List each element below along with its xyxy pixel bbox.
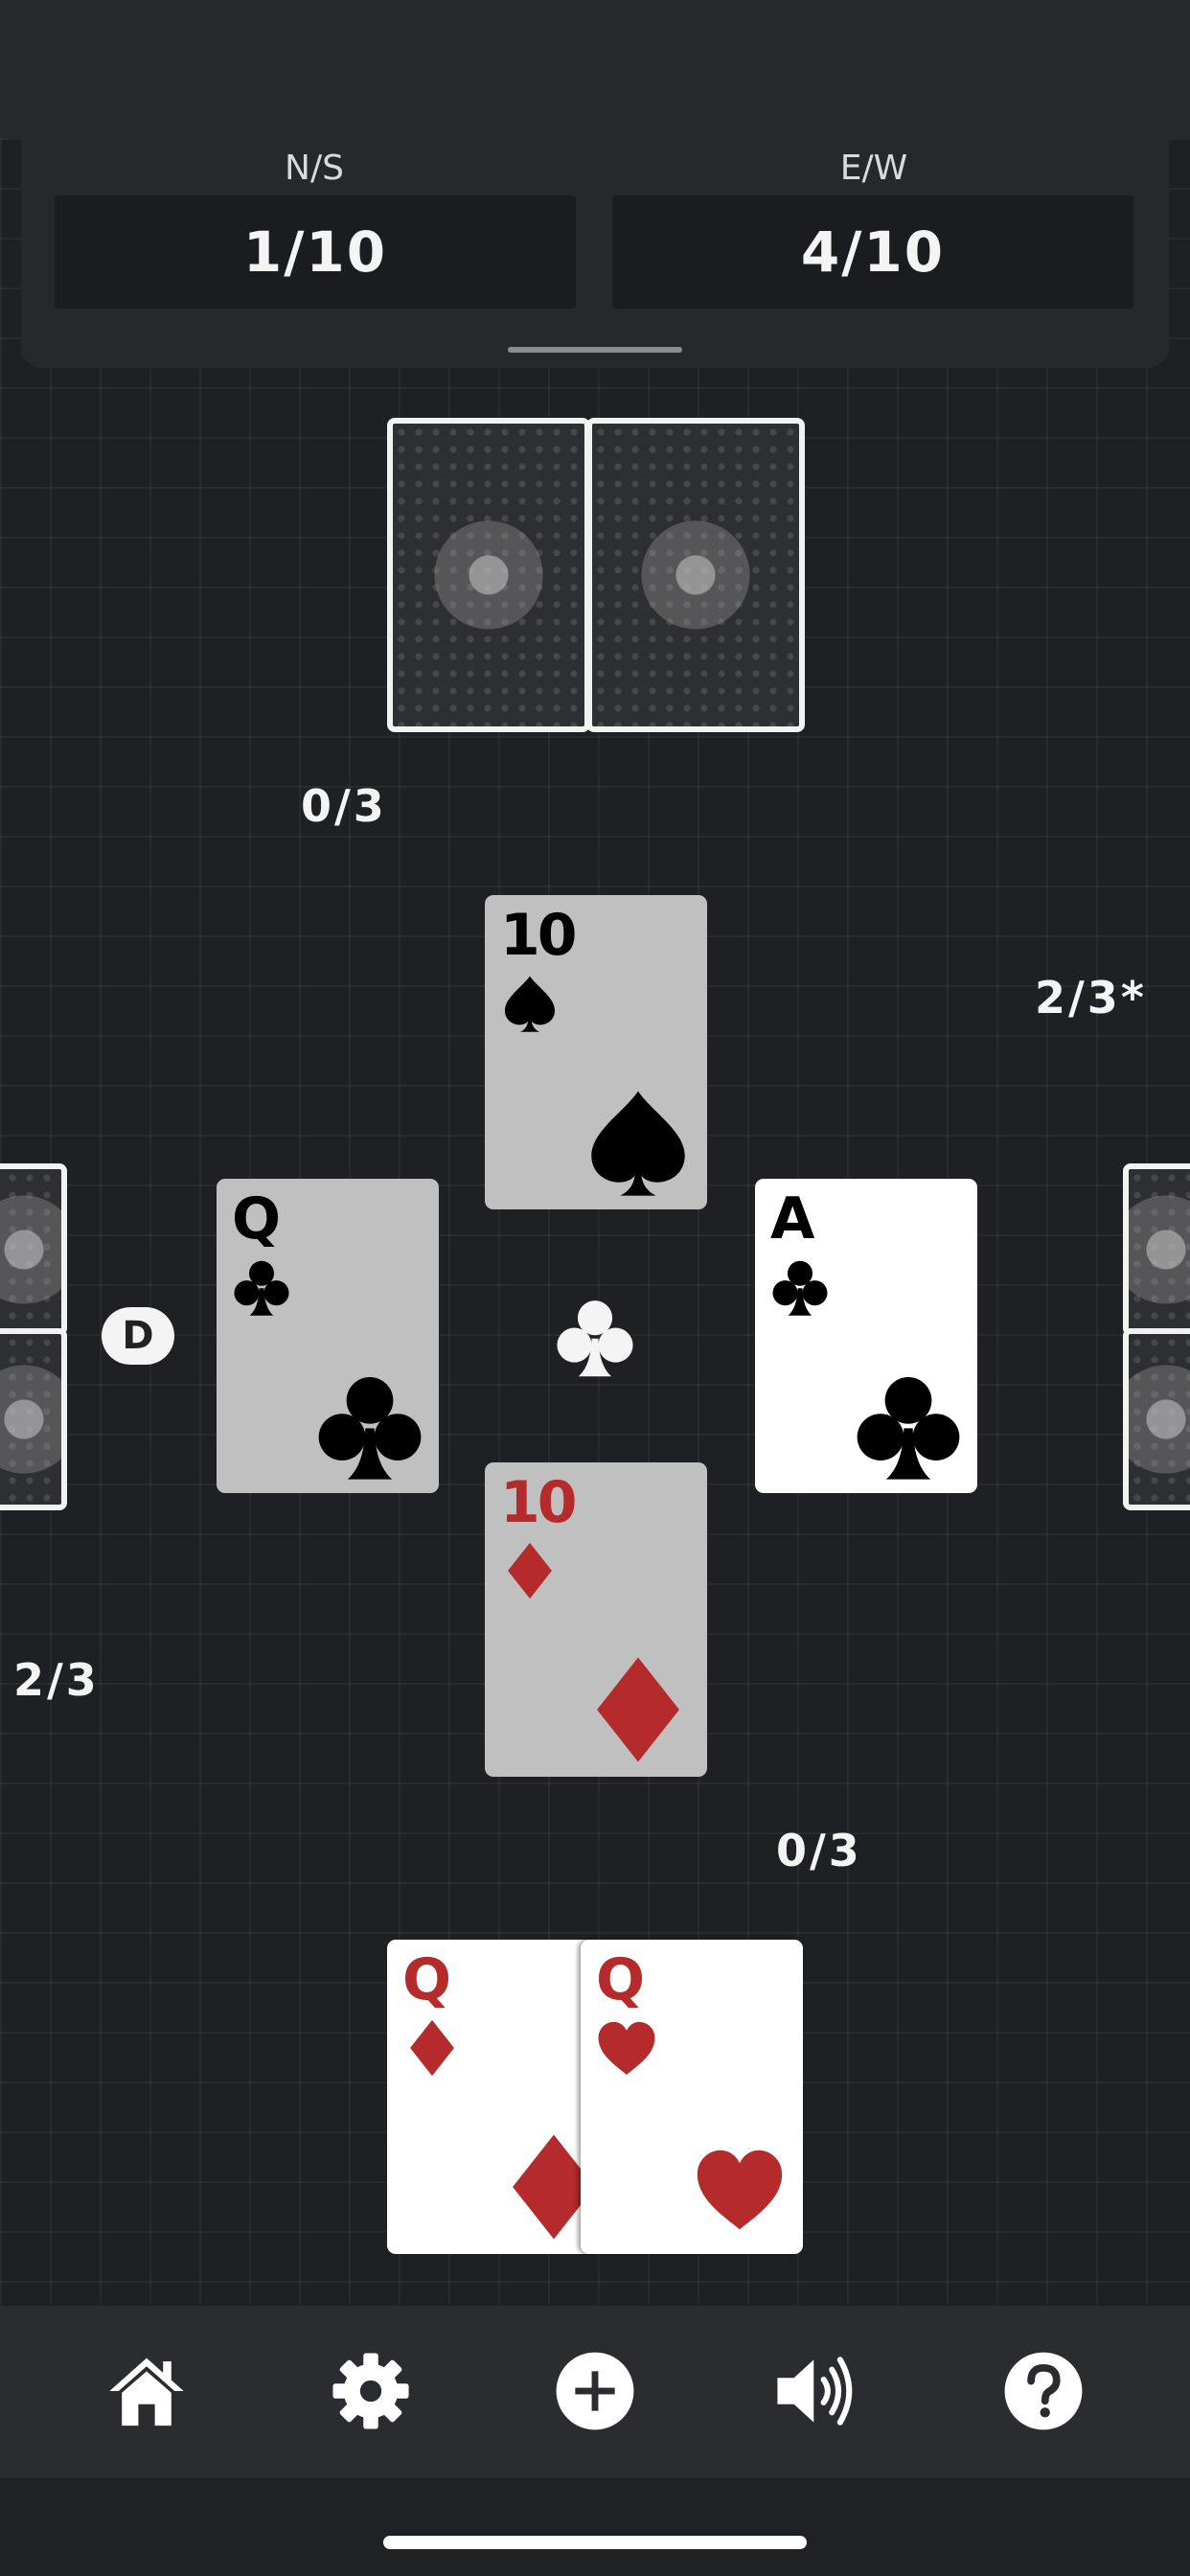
plus-circle-icon[interactable] (554, 2350, 636, 2432)
west-card-back-2 (0, 1328, 67, 1510)
north-card-back-1 (387, 418, 590, 732)
card-rank: A (770, 1185, 814, 1253)
played-card-east: A (755, 1179, 977, 1493)
played-card-south: 10 (485, 1462, 707, 1777)
played-card-west: Q (217, 1179, 439, 1493)
card-rank: 10 (500, 1469, 577, 1536)
help-icon[interactable] (1002, 2350, 1085, 2432)
club-icon (853, 1370, 964, 1482)
heart-icon (690, 2145, 790, 2237)
hand-card-queen-hearts[interactable]: Q (581, 1940, 803, 2254)
played-card-north: 10 (485, 895, 707, 1209)
home-indicator[interactable] (383, 2536, 807, 2549)
east-card-back-2 (1123, 1328, 1190, 1510)
ew-label: E/W (839, 149, 908, 188)
east-card-back-1 (1123, 1163, 1190, 1336)
home-bar-zone (0, 2478, 1190, 2576)
spade-icon (500, 974, 560, 1033)
north-card-back-2 (586, 418, 805, 732)
south-tricks: 0/3 (776, 1825, 862, 1876)
card-rank: Q (232, 1185, 281, 1253)
ns-score: 1/10 (55, 196, 576, 309)
west-card-back-1 (0, 1163, 67, 1336)
home-icon[interactable] (105, 2350, 188, 2432)
north-tricks: 0/3 (301, 780, 387, 832)
spade-icon (583, 1087, 694, 1198)
diamond-icon (500, 1541, 560, 1600)
diamond-icon (402, 2018, 462, 2078)
card-rank: 10 (500, 902, 577, 969)
score-panel-drag-handle[interactable] (508, 347, 682, 353)
club-icon (770, 1257, 830, 1317)
card-rank: Q (402, 1946, 451, 2013)
card-rank: Q (596, 1946, 645, 2013)
club-icon (314, 1370, 425, 1482)
lead-suit-club-icon (552, 1296, 638, 1378)
heart-icon (592, 2018, 661, 2080)
hand-card-queen-diamonds[interactable]: Q (387, 1940, 609, 2254)
diamond-icon (583, 1654, 694, 1765)
west-tricks: 2/3 (13, 1654, 100, 1706)
gear-icon[interactable] (330, 2350, 412, 2432)
club-icon (232, 1257, 291, 1317)
east-tricks: 2/3* (1035, 972, 1147, 1024)
ew-score: 4/10 (612, 196, 1133, 309)
ns-label: N/S (285, 149, 344, 188)
speaker-icon[interactable] (774, 2350, 857, 2432)
dealer-marker: D (102, 1307, 174, 1365)
status-bar (0, 0, 1190, 138)
